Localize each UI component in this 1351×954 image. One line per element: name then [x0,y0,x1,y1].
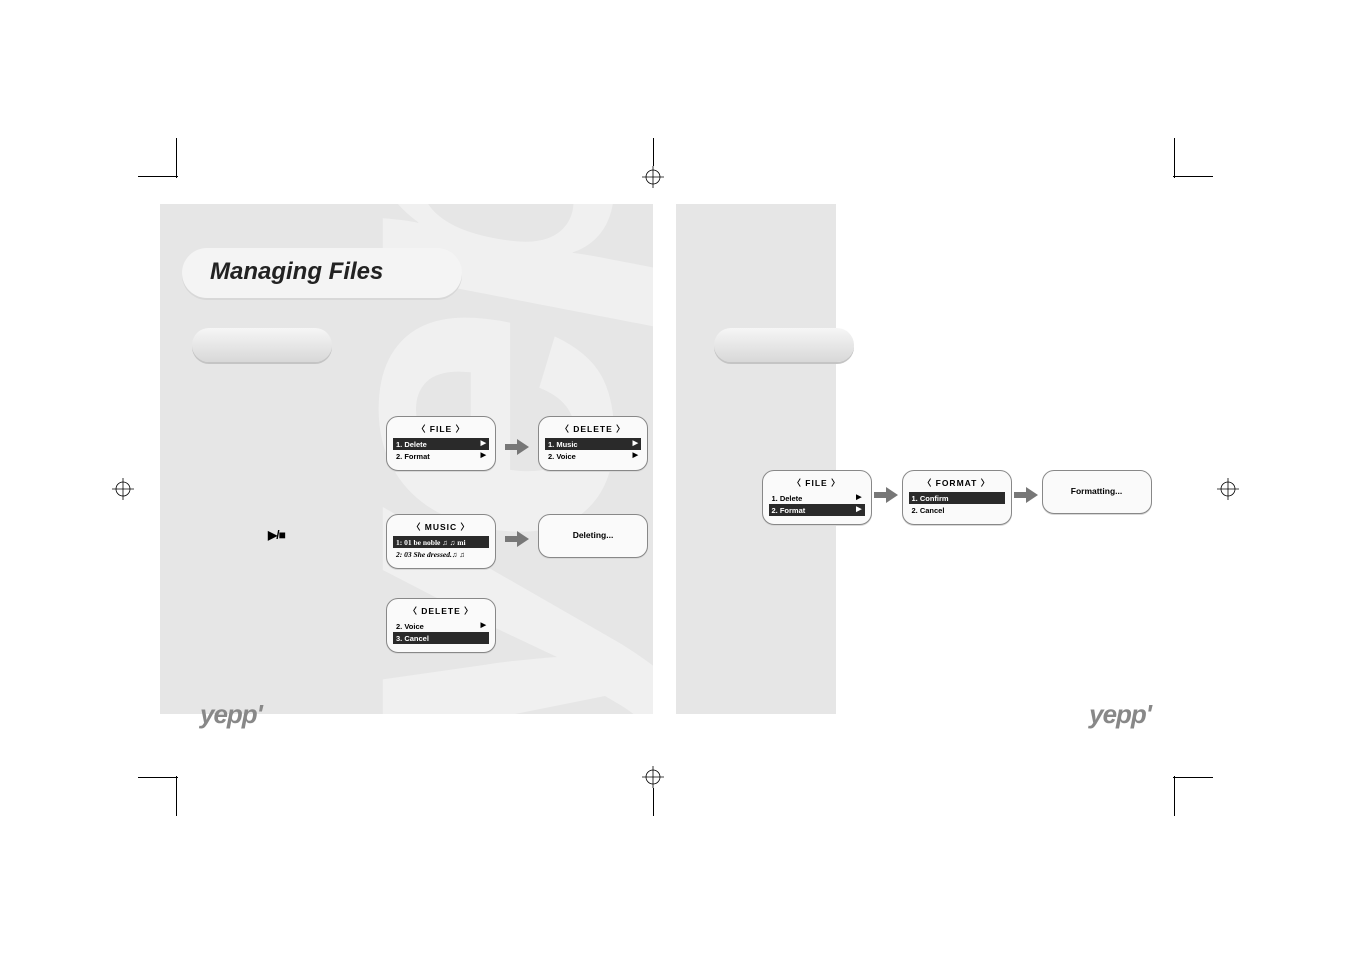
crop-mark [653,788,654,816]
menu-item-delete: 1. Delete▶ [393,438,489,450]
lcd-header: 〈 DELETE 〉 [393,605,489,617]
menu-item-format: 2. Format▶ [393,450,489,462]
menu-item-delete: 1. Delete▶ [769,492,865,504]
status-text: Deleting... [573,530,614,540]
crop-mark [138,777,178,778]
lcd-delete-menu-cancel: 〈 DELETE 〉 2. Voice▶ 3. Cancel [386,598,496,653]
registration-mark-icon [112,478,134,500]
page-title: Managing Files [210,258,383,285]
grey-background: yepp' [676,204,836,714]
crop-mark [653,138,654,166]
crop-mark [176,776,177,816]
arrow-right-icon [874,486,898,504]
crop-mark [176,138,177,178]
lcd-header: 〈 DELETE 〉 [545,423,641,435]
menu-item-voice: 2. Voice▶ [545,450,641,462]
lcd-header: 〈 FORMAT 〉 [909,477,1005,489]
arrow-right-icon [505,438,529,456]
lcd-format-menu: 〈 FORMAT 〉 1. Confirm 2. Cancel [902,470,1012,525]
registration-mark-icon [642,166,664,188]
brand-logo: yepp' [1089,699,1151,730]
play-pause-icon: ▶/■ [268,528,285,542]
lcd-header: 〈 FILE 〉 [769,477,865,489]
left-page: yepp' Managing Files ▶/■ 〈 FILE 〉 1. Del… [160,200,676,754]
menu-item-format: 2. Format▶ [769,504,865,516]
menu-track-1: 1: 01 be noble ♫ ♫ mi [393,536,489,548]
crop-mark [1174,776,1175,816]
registration-mark-icon [1217,478,1239,500]
section-bubble [714,328,854,362]
crop-mark [1173,176,1213,177]
brand-logo: yepp' [200,699,262,730]
arrow-right-icon [1014,486,1038,504]
right-page: yepp' 〈 FILE 〉 1. Delete▶ 2. Format▶ 〈 F… [676,200,1192,754]
lcd-file-menu: 〈 FILE 〉 1. Delete▶ 2. Format▶ [762,470,872,525]
arrow-right-icon [505,530,529,548]
lcd-formatting-message: Formatting... [1042,470,1152,514]
status-text: Formatting... [1071,486,1122,496]
lcd-delete-menu: 〈 DELETE 〉 1. Music▶ 2. Voice▶ [538,416,648,471]
lcd-music-menu: 〈 MUSIC 〉 1: 01 be noble ♫ ♫ mi 2: 03 Sh… [386,514,496,569]
page-title-bubble: Managing Files [182,248,462,298]
lcd-deleting-message: Deleting... [538,514,648,558]
crop-mark [1173,777,1213,778]
menu-item-voice: 2. Voice▶ [393,620,489,632]
lcd-header: 〈 MUSIC 〉 [393,521,489,533]
lcd-file-menu: 〈 FILE 〉 1. Delete▶ 2. Format▶ [386,416,496,471]
ghost-brand-text: yepp' [806,204,836,714]
crop-mark [138,176,178,177]
menu-item-confirm: 1. Confirm [909,492,1005,504]
menu-item-music: 1. Music▶ [545,438,641,450]
menu-item-cancel: 2. Cancel [909,504,1005,516]
menu-track-2: 2: 03 She dressed.♫ ♫ [393,548,489,560]
section-bubble [192,328,332,362]
crop-mark [1174,138,1175,178]
lcd-header: 〈 FILE 〉 [393,423,489,435]
registration-mark-icon [642,766,664,788]
menu-item-cancel: 3. Cancel [393,632,489,644]
